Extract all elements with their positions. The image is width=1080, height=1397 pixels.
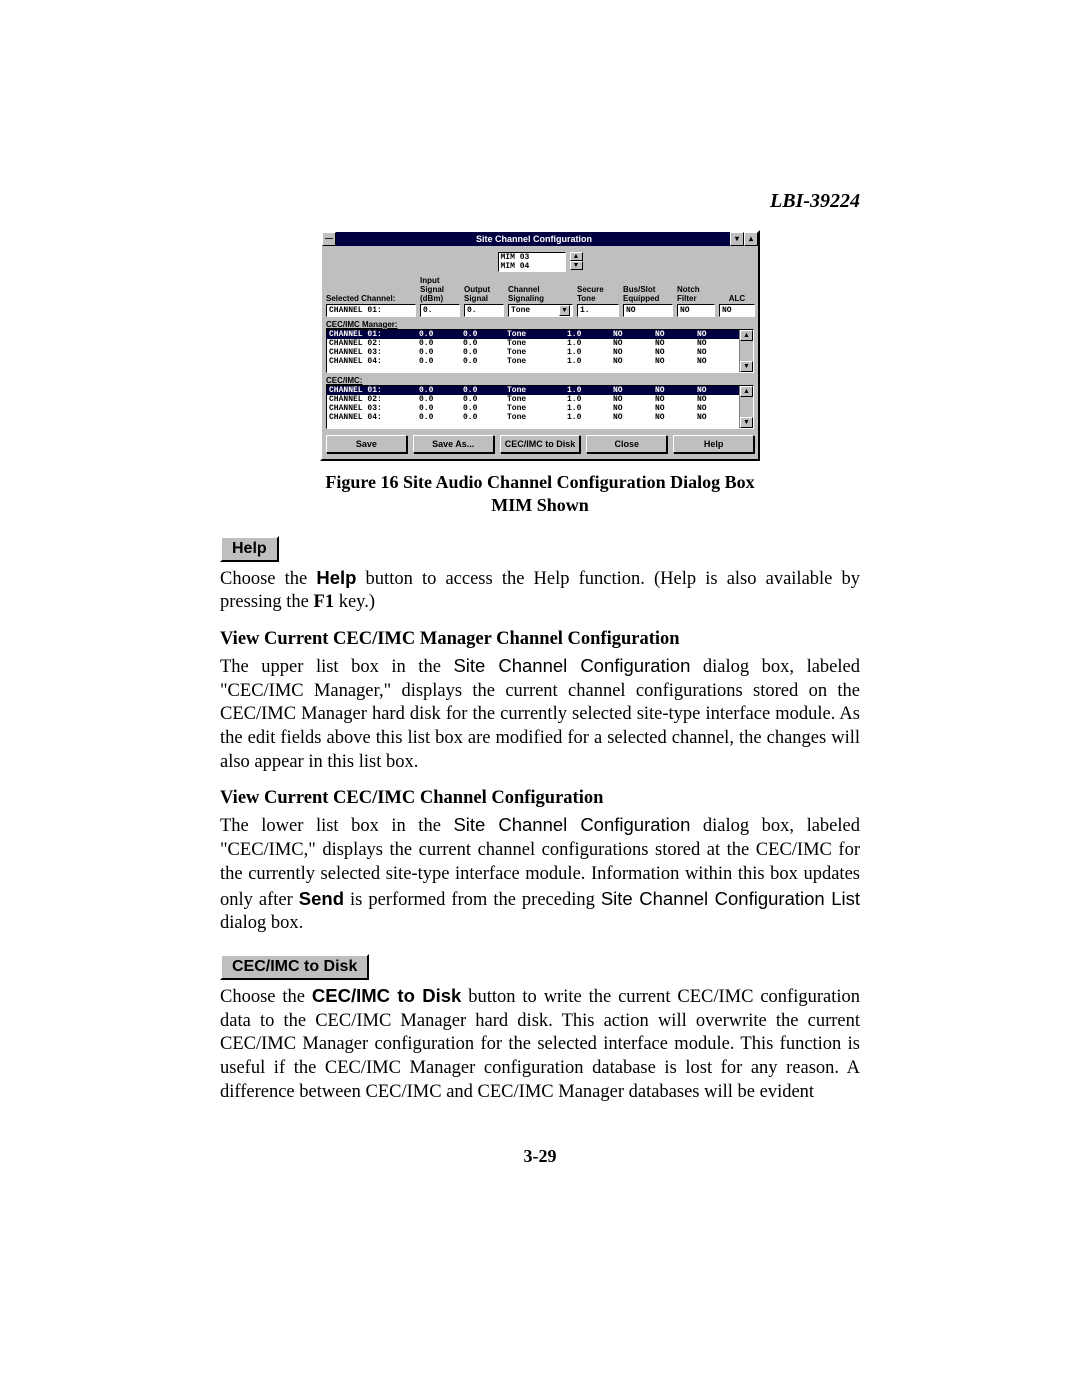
save-as-button[interactable]: Save As...	[413, 435, 494, 453]
input-signal-field[interactable]: 0.	[420, 304, 460, 317]
dialog-title: Site Channel Configuration	[338, 234, 730, 244]
titlebar: — Site Channel Configuration ▾ ▴	[322, 232, 758, 246]
help-pill: Help	[220, 536, 279, 562]
list-row[interactable]: CHANNEL 01:0.00.0Tone1.0NONONO	[327, 386, 739, 395]
chevron-down-icon[interactable]: ▼	[559, 305, 570, 316]
spin-down-icon[interactable]: ▼	[570, 261, 583, 270]
col-header: Notch Filter	[677, 285, 715, 303]
spin-up-icon[interactable]: ▲	[570, 252, 583, 261]
col-header: Output Signal	[464, 285, 504, 303]
scroll-down-icon[interactable]: ▼	[740, 361, 753, 372]
channel-signaling-combo[interactable]: Tone ▼	[508, 304, 573, 317]
site-channel-config-dialog: — Site Channel Configuration ▾ ▴ MIM 03 …	[320, 230, 760, 461]
list-row[interactable]: CHANNEL 02:0.00.0Tone1.0NONONO	[327, 339, 739, 348]
scrollbar[interactable]: ▲ ▼	[739, 386, 753, 428]
list-row[interactable]: CHANNEL 03:0.00.0Tone1.0NONONO	[327, 404, 739, 413]
minimize-icon[interactable]: ▾	[730, 232, 744, 246]
body-text: Choose the CEC/IMC to Disk button to wri…	[220, 984, 860, 1104]
scroll-up-icon[interactable]: ▲	[740, 330, 753, 341]
cecimc-to-disk-pill: CEC/IMC to Disk	[220, 954, 369, 980]
subheading: View Current CEC/IMC Manager Channel Con…	[220, 629, 860, 650]
list-row[interactable]: CHANNEL 04:0.00.0Tone1.0NONONO	[327, 357, 739, 366]
system-menu-icon[interactable]: —	[322, 232, 336, 246]
help-button[interactable]: Help	[673, 435, 754, 453]
scrollbar[interactable]: ▲ ▼	[739, 330, 753, 372]
mim-list-item: MIM 04	[501, 262, 563, 271]
figure-caption: Figure 16 Site Audio Channel Configurati…	[220, 471, 860, 518]
body-text: Choose the Help button to access the Hel…	[220, 566, 860, 615]
list-row[interactable]: CHANNEL 02:0.00.0Tone1.0NONONO	[327, 395, 739, 404]
mim-spinner[interactable]: ▲ ▼	[570, 252, 583, 270]
document-id: LBI-39224	[770, 190, 860, 213]
busslot-field[interactable]: NO	[623, 304, 673, 317]
output-signal-field[interactable]: 0.	[464, 304, 504, 317]
list-row[interactable]: CHANNEL 01:0.00.0Tone1.0NONONO	[327, 330, 739, 339]
cecimc-list[interactable]: CHANNEL 01:0.00.0Tone1.0NONONOCHANNEL 02…	[326, 385, 754, 429]
close-button[interactable]: Close	[586, 435, 667, 453]
alc-field[interactable]: NO	[719, 304, 755, 317]
list-row[interactable]: CHANNEL 03:0.00.0Tone1.0NONONO	[327, 348, 739, 357]
secure-tone-field[interactable]: 1.	[577, 304, 619, 317]
body-text: The lower list box in the Site Channel C…	[220, 813, 860, 935]
manager-list[interactable]: CHANNEL 01:0.00.0Tone1.0NONONOCHANNEL 02…	[326, 329, 754, 373]
scroll-down-icon[interactable]: ▼	[740, 417, 753, 428]
combo-value: Tone	[511, 305, 559, 316]
body-text: The upper list box in the Site Channel C…	[220, 654, 860, 774]
save-button[interactable]: Save	[326, 435, 407, 453]
page-number: 3-29	[0, 1146, 1080, 1167]
subheading: View Current CEC/IMC Channel Configurati…	[220, 788, 860, 809]
manager-section-label: CEC/IMC Manager:	[326, 320, 754, 329]
mim-list-item: MIM 03	[501, 253, 563, 262]
col-header: Bus/Slot Equipped	[623, 285, 673, 303]
cecimc-to-disk-button[interactable]: CEC/IMC to Disk	[500, 435, 581, 453]
col-header: ALC	[719, 294, 755, 303]
col-header: Selected Channel:	[326, 294, 416, 303]
maximize-icon[interactable]: ▴	[744, 232, 758, 246]
notch-field[interactable]: NO	[677, 304, 715, 317]
col-header: Input Signal (dBm)	[420, 276, 460, 303]
col-header: Secure Tone	[577, 285, 619, 303]
scroll-up-icon[interactable]: ▲	[740, 386, 753, 397]
cecimc-section-label: CEC/IMC:	[326, 376, 754, 385]
selected-channel-field[interactable]: CHANNEL 01:	[326, 304, 416, 317]
list-row[interactable]: CHANNEL 04:0.00.0Tone1.0NONONO	[327, 413, 739, 422]
col-header: Channel Signaling	[508, 285, 573, 303]
mim-list[interactable]: MIM 03 MIM 04	[498, 252, 566, 272]
